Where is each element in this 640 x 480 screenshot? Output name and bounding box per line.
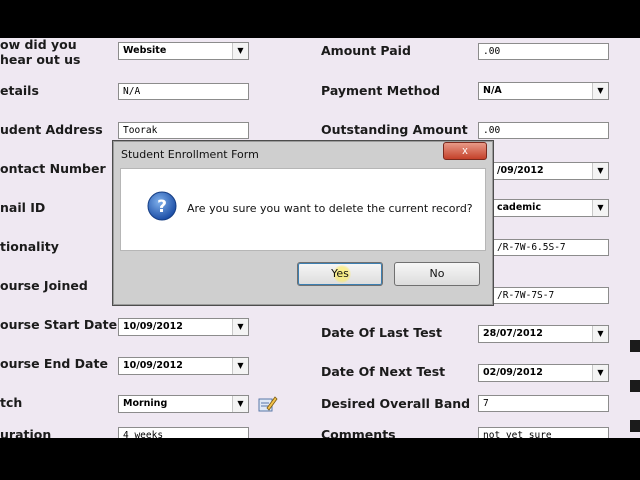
label-duration: uration — [0, 427, 52, 438]
close-icon: x — [462, 145, 468, 157]
label-payment-method: Payment Method — [321, 83, 441, 98]
chevron-down-icon[interactable]: ▼ — [232, 43, 248, 59]
label-course-joined: ourse Joined — [0, 278, 88, 293]
label-course-end-date: ourse End Date — [0, 356, 108, 371]
chevron-down-icon[interactable]: ▼ — [592, 200, 608, 216]
label-contact-number: ontact Number — [0, 161, 106, 176]
edit-list-icon[interactable] — [256, 394, 278, 414]
comments-field[interactable]: not yet sure — [478, 427, 609, 438]
label-course-start-date: ourse Start Date — [0, 317, 118, 332]
label-date-of-next-test: Date Of Next Test — [321, 364, 446, 379]
no-button-label: No — [429, 267, 445, 280]
module-dropdown[interactable]: cademic ▼ — [478, 199, 609, 217]
duration-field[interactable]: 4 weeks — [118, 427, 249, 438]
score-field-2[interactable]: /R-7W-7S-7 — [478, 287, 609, 304]
chevron-down-icon[interactable]: ▼ — [232, 396, 248, 412]
batch-dropdown[interactable]: Morning ▼ — [118, 395, 249, 413]
label-student-address: udent Address — [0, 122, 103, 137]
date-of-next-test-picker[interactable]: 02/09/2012 ▼ — [478, 364, 609, 382]
details-field[interactable]: N/A — [118, 83, 249, 100]
chevron-down-icon[interactable]: ▼ — [592, 163, 608, 179]
label-date-of-last-test: Date Of Last Test — [321, 325, 442, 340]
label-email-id: nail ID — [0, 200, 46, 215]
dialog-title: Student Enrollment Form — [121, 148, 259, 161]
label-outstanding-amount: Outstanding Amount — [321, 122, 468, 137]
chevron-down-icon[interactable]: ▼ — [592, 365, 608, 381]
scrollbar-mark[interactable] — [630, 340, 640, 352]
course-start-date-picker[interactable]: 10/09/2012 ▼ — [118, 318, 249, 336]
label-amount-paid: Amount Paid — [321, 43, 411, 58]
chevron-down-icon[interactable]: ▼ — [232, 319, 248, 335]
score-field-1[interactable]: /R-7W-6.5S-7 — [478, 239, 609, 256]
amount-paid-field[interactable]: .00 — [478, 43, 609, 60]
dialog-message: Are you sure you want to delete the curr… — [187, 202, 473, 215]
svg-text:?: ? — [157, 197, 167, 217]
course-end-date-picker[interactable]: 10/09/2012 ▼ — [118, 357, 249, 375]
student-address-field[interactable]: Toorak — [118, 122, 249, 139]
chevron-down-icon[interactable]: ▼ — [592, 83, 608, 99]
desired-overall-band-field[interactable]: 7 — [478, 395, 609, 412]
outstanding-amount-field[interactable]: .00 — [478, 122, 609, 139]
date-dropdown[interactable]: /09/2012 ▼ — [478, 162, 609, 180]
confirm-delete-dialog: Student Enrollment Form x ? Are you sure… — [112, 140, 494, 306]
payment-method-dropdown[interactable]: N/A ▼ — [478, 82, 609, 100]
label-desired-overall-band: Desired Overall Band — [321, 396, 471, 411]
scrollbar-mark[interactable] — [630, 420, 640, 432]
yes-button-label: Yes — [331, 267, 349, 280]
chevron-down-icon[interactable]: ▼ — [232, 358, 248, 374]
yes-button[interactable]: Yes — [297, 262, 383, 286]
chevron-down-icon[interactable]: ▼ — [592, 326, 608, 342]
label-batch: tch — [0, 395, 23, 410]
date-of-last-test-picker[interactable]: 28/07/2012 ▼ — [478, 325, 609, 343]
dialog-body: ? Are you sure you want to delete the cu… — [120, 168, 486, 251]
how-did-you-hear-dropdown[interactable]: Website ▼ — [118, 42, 249, 60]
label-details: etails — [0, 83, 39, 98]
scrollbar-mark[interactable] — [630, 380, 640, 392]
label-nationality: tionality — [0, 239, 59, 254]
label-how-did-you-hear: ow did you hear out us — [0, 38, 81, 67]
label-comments: Comments — [321, 427, 396, 438]
no-button[interactable]: No — [394, 262, 480, 286]
close-button[interactable]: x — [443, 142, 487, 160]
question-icon: ? — [147, 191, 177, 221]
